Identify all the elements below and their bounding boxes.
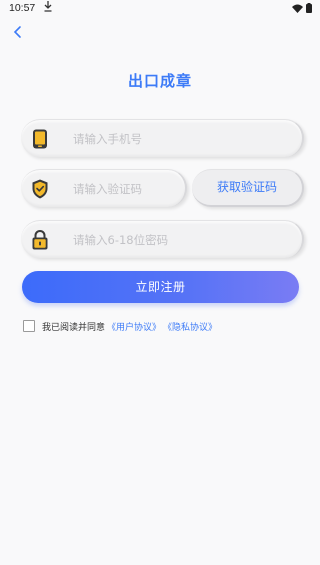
back-button[interactable] (10, 24, 26, 40)
user-agreement-link[interactable]: 《用户协议》 (107, 320, 161, 333)
status-bar: 10:57 (0, 0, 320, 16)
register-button[interactable]: 立即注册 (22, 271, 299, 303)
agreement-checkbox[interactable] (23, 320, 35, 332)
phone-icon (31, 129, 49, 149)
privacy-agreement-link[interactable]: 《隐私协议》 (163, 320, 217, 333)
status-time: 10:57 (9, 2, 36, 14)
phone-field[interactable] (21, 119, 304, 157)
phone-input[interactable] (73, 129, 253, 149)
agreement-row: 我已阅读并同意 《用户协议》 《隐私协议》 (23, 319, 217, 333)
status-icons (292, 3, 312, 16)
lock-icon (31, 229, 49, 250)
code-input[interactable] (73, 179, 183, 199)
wifi-icon (292, 4, 303, 16)
download-icon (44, 1, 52, 15)
password-field[interactable] (21, 220, 304, 258)
shield-icon (31, 179, 49, 199)
code-field[interactable] (21, 169, 187, 207)
password-input[interactable] (73, 230, 253, 250)
battery-icon (306, 3, 312, 16)
agreement-text: 我已阅读并同意 (42, 322, 106, 333)
page-title: 出口成章 (127, 72, 192, 90)
chevron-left-icon (10, 25, 26, 44)
get-code-button[interactable]: 获取验证码 (192, 169, 304, 207)
